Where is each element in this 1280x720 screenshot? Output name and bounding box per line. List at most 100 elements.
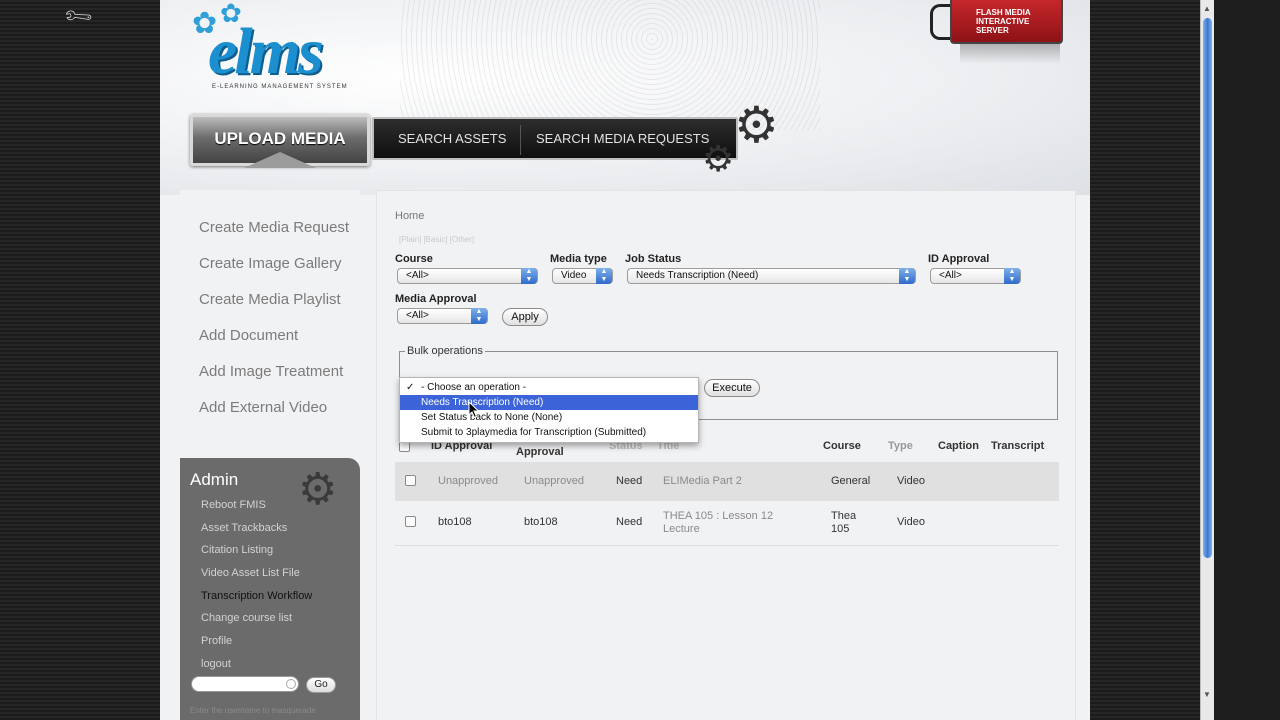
job-status-select[interactable]: Needs Transcription (Need) ▲ ▼ (627, 268, 916, 284)
menu-item-set-status-none[interactable]: Set Status back to None (None) (400, 410, 698, 425)
elms-logo[interactable]: ✿ ✿ elms E-LEARNING MANAGEMENT SYSTEM (190, 0, 380, 96)
sidebar-item-create-image-gallery[interactable]: Create Image Gallery (199, 255, 342, 272)
cell-title-line1[interactable]: THEA 105 : Lesson 12 (663, 510, 773, 522)
menu-item-choose-operation[interactable]: ✓ - Choose an operation - (400, 380, 698, 395)
row-checkbox[interactable] (405, 516, 416, 527)
plug-cable-icon (930, 4, 952, 40)
admin-title: Admin (190, 470, 239, 489)
admin-link-profile[interactable]: Profile (201, 635, 232, 647)
sidebar-item-add-image-treatment[interactable]: Add Image Treatment (199, 363, 343, 380)
admin-link-logout[interactable]: logout (201, 658, 231, 670)
bulk-operations-legend: Bulk operations (405, 345, 485, 357)
background-right (1090, 0, 1212, 720)
admin-link-transcription-workflow[interactable]: Transcription Workflow (201, 590, 312, 602)
id-approval-select-value: <All> (939, 270, 962, 281)
cell-id-approval: Unapproved (438, 475, 498, 487)
menu-item-label: Submit to 3playmedia for Transcription (… (421, 427, 647, 438)
badge-shadow (960, 44, 1060, 64)
admin-link-change-course-list[interactable]: Change course list (201, 612, 292, 624)
column-header-type[interactable]: Type (888, 440, 913, 452)
job-status-label: Job Status (625, 253, 682, 265)
column-header-course[interactable]: Course (823, 440, 861, 452)
checkmark-icon: ✓ (406, 382, 415, 393)
clear-search-icon[interactable] (286, 679, 296, 689)
cell-id-approval: bto108 (438, 516, 472, 528)
id-approval-select[interactable]: <All> ▲ ▼ (930, 268, 1021, 284)
nav-search-assets[interactable]: SEARCH ASSETS (398, 131, 506, 146)
scrollbar-thumb[interactable] (1203, 18, 1212, 558)
sidebar-item-create-media-request[interactable]: Create Media Request (199, 219, 349, 236)
menu-item-label: Set Status back to None (None) (421, 412, 563, 423)
table-row[interactable]: Unapproved Unapproved Need ELIMedia Part… (395, 462, 1059, 501)
course-label: Course (395, 253, 433, 265)
ghost-text: [Plain] [Basic] [Other] (399, 235, 475, 244)
nav-bar: SEARCH ASSETS SEARCH MEDIA REQUESTS (372, 117, 738, 160)
execute-button[interactable]: Execute (704, 379, 760, 397)
admin-link-reboot-fmis[interactable]: Reboot FMIS (201, 499, 266, 511)
page: ✿ ✿ elms E-LEARNING MANAGEMENT SYSTEM FL… (160, 0, 1090, 720)
row-checkbox[interactable] (405, 475, 416, 486)
gear-icon: ⚙ (298, 465, 338, 514)
select-arrows-icon: ▲ ▼ (471, 308, 487, 324)
cell-type: Video (897, 516, 925, 528)
masquerade-input[interactable] (191, 676, 299, 692)
cell-course: General (831, 475, 871, 487)
admin-link-citation-listing[interactable]: Citation Listing (201, 544, 273, 556)
media-approval-select-value: <All> (406, 310, 429, 321)
cell-course-line1: Thea (831, 510, 857, 522)
admin-panel: Admin ⚙ Reboot FMIS Asset Trackbacks Cit… (180, 458, 360, 720)
cell-status: Need (616, 516, 643, 528)
background-left (0, 0, 160, 720)
scroll-down-arrow-icon[interactable]: ▼ (1203, 690, 1211, 699)
media-type-select[interactable]: Video ▲ ▼ (552, 268, 613, 284)
main-content: Home [Plain] [Basic] [Other] Course <All… (376, 190, 1076, 720)
badge-line: FLASH MEDIA (976, 8, 1031, 17)
table-row[interactable]: bto108 bto108 Need THEA 105 : Lesson 12 … (395, 501, 1059, 546)
media-approval-select[interactable]: <All> ▲ ▼ (397, 308, 488, 324)
cell-status: Need (616, 475, 643, 487)
admin-link-video-asset-list[interactable]: Video Asset List File (201, 567, 300, 579)
cell-approval: Unapproved (524, 475, 584, 487)
select-arrows-icon: ▲ ▼ (1004, 268, 1020, 284)
logo-subtitle: E-LEARNING MANAGEMENT SYSTEM (212, 84, 348, 90)
sidebar-item-create-media-playlist[interactable]: Create Media Playlist (199, 291, 341, 308)
badge-line: INTERACTIVE (976, 17, 1030, 26)
scroll-up-arrow-icon[interactable]: ▲ (1203, 4, 1211, 13)
gear-icon: ⚙ (702, 138, 735, 179)
sidebar-item-add-external-video[interactable]: Add External Video (199, 399, 327, 416)
admin-link-asset-trackbacks[interactable]: Asset Trackbacks (201, 522, 287, 534)
media-type-label: Media type (550, 253, 607, 265)
background-far-right (1214, 0, 1280, 720)
cell-title-line2[interactable]: Lecture (663, 523, 700, 535)
menu-item-submit-3playmedia[interactable]: Submit to 3playmedia for Transcription (… (400, 425, 698, 440)
bulk-operation-dropdown-menu[interactable]: ✓ - Choose an operation - Needs Transcri… (399, 377, 699, 443)
badge-line: SERVER (976, 26, 1009, 35)
column-header-approval[interactable]: Approval (516, 446, 564, 458)
nav-active-indicator (244, 152, 316, 168)
cell-course-line2: 105 (831, 523, 850, 535)
cell-type: Video (897, 475, 925, 487)
nav-divider (520, 125, 521, 155)
menu-item-needs-transcription[interactable]: Needs Transcription (Need) (400, 395, 698, 410)
cell-title[interactable]: ELIMedia Part 2 (663, 475, 742, 487)
cell-approval: bto108 (524, 516, 558, 528)
menu-item-label: - Choose an operation - (421, 382, 527, 393)
sidebar-item-add-document[interactable]: Add Document (199, 327, 298, 344)
column-header-caption[interactable]: Caption (938, 440, 979, 452)
flash-media-server-badge: FLASH MEDIA INTERACTIVE SERVER (950, 0, 1063, 44)
course-select[interactable]: <All> ▲ ▼ (397, 268, 538, 284)
media-type-select-value: Video (561, 270, 587, 281)
breadcrumb[interactable]: Home (395, 210, 424, 222)
select-arrows-icon: ▲ ▼ (596, 268, 612, 284)
nav-search-media-requests[interactable]: SEARCH MEDIA REQUESTS (536, 131, 709, 146)
id-approval-label: ID Approval (928, 253, 990, 265)
gear-icon: ⚙ (734, 97, 779, 153)
logo-text: elms (208, 15, 324, 88)
job-status-select-value: Needs Transcription (Need) (636, 270, 759, 281)
select-arrows-icon: ▲ ▼ (899, 268, 915, 284)
go-button[interactable]: Go (306, 677, 336, 693)
column-header-transcript[interactable]: Transcript (991, 440, 1044, 452)
select-arrows-icon: ▲ ▼ (521, 268, 537, 284)
apply-button[interactable]: Apply (502, 308, 548, 326)
sidebar: Create Media Request Create Image Galler… (180, 190, 360, 458)
